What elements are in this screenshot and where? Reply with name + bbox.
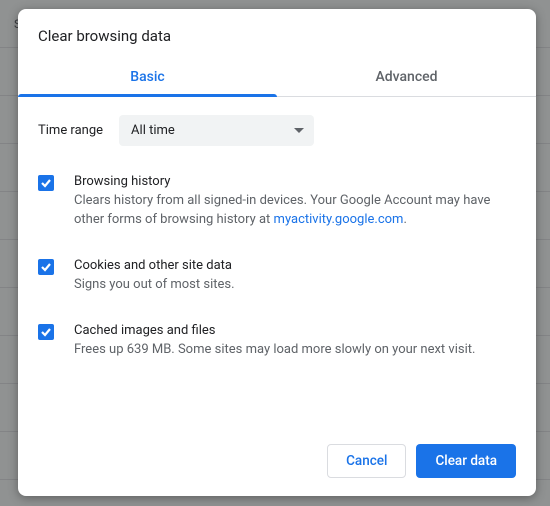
option-desc: Frees up 639 MB. Some sites may load mor… [74,341,516,360]
clear-data-button[interactable]: Clear data [416,444,516,478]
check-icon [40,261,52,273]
tab-advanced[interactable]: Advanced [277,59,536,96]
checkbox-cached[interactable] [38,324,54,340]
dialog-tabs: Basic Advanced [18,59,536,97]
option-browsing-history: Browsing history Clears history from all… [38,174,516,230]
option-title: Browsing history [74,174,516,189]
option-cached: Cached images and files Frees up 639 MB.… [38,323,516,360]
dialog-title: Clear browsing data [18,9,536,59]
check-icon [40,177,52,189]
option-title: Cookies and other site data [74,258,516,273]
time-range-row: Time range All time [38,115,516,146]
time-range-value: All time [131,123,175,138]
option-text: Browsing history Clears history from all… [74,174,516,230]
option-text: Cached images and files Frees up 639 MB.… [74,323,516,360]
option-desc: Signs you out of most sites. [74,276,516,295]
option-title: Cached images and files [74,323,516,338]
dialog-content: Time range All time Browsing history Cle… [18,97,536,430]
dialog-footer: Cancel Clear data [18,430,536,496]
option-desc: Clears history from all signed-in device… [74,192,516,230]
option-text: Cookies and other site data Signs you ou… [74,258,516,295]
time-range-select[interactable]: All time [119,115,314,146]
myactivity-link[interactable]: myactivity.google.com [274,212,404,227]
time-range-label: Time range [38,123,103,138]
chevron-down-icon [294,128,304,134]
cancel-button[interactable]: Cancel [327,444,406,478]
tab-basic[interactable]: Basic [18,59,277,96]
clear-browsing-data-dialog: Clear browsing data Basic Advanced Time … [18,9,536,496]
check-icon [40,326,52,338]
checkbox-cookies[interactable] [38,259,54,275]
option-cookies: Cookies and other site data Signs you ou… [38,258,516,295]
checkbox-browsing-history[interactable] [38,175,54,191]
